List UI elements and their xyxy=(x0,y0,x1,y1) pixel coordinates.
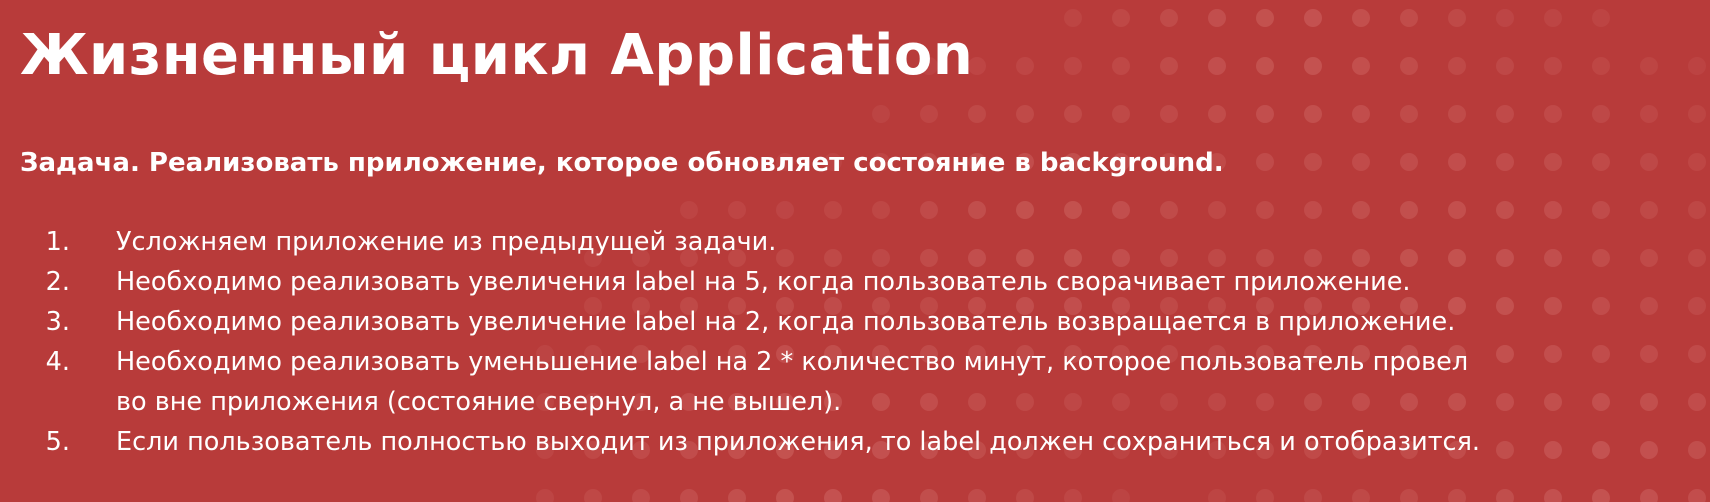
list-item: 1. Усложняем приложение из предыдущей за… xyxy=(0,222,1700,262)
page-title: Жизненный цикл Application xyxy=(20,23,974,88)
step-number: 4. xyxy=(45,347,70,377)
list-item: 3. Необходимо реализовать увеличение lab… xyxy=(0,302,1700,342)
step-text-continuation: во вне приложения (состояние свернул, а … xyxy=(116,387,842,417)
step-text: Усложняем приложение из предыдущей задач… xyxy=(116,227,777,257)
task-statement: Задача. Реализовать приложение, которое … xyxy=(20,148,1224,178)
step-text: Если пользователь полностью выходит из п… xyxy=(116,427,1481,457)
step-text: Необходимо реализовать увеличения label … xyxy=(116,267,1411,297)
step-number: 2. xyxy=(45,267,70,297)
step-number: 3. xyxy=(45,307,70,337)
step-number: 1. xyxy=(45,227,70,257)
list-item: 4. Необходимо реализовать уменьшение lab… xyxy=(0,342,1700,422)
slide: Жизненный цикл Application Задача. Реали… xyxy=(0,0,1710,502)
step-text: Необходимо реализовать уменьшение label … xyxy=(116,347,1469,377)
list-item: 5. Если пользователь полностью выходит и… xyxy=(0,422,1700,462)
step-number: 5. xyxy=(45,427,70,457)
steps-list: 1. Усложняем приложение из предыдущей за… xyxy=(0,222,1700,462)
list-item: 2. Необходимо реализовать увеличения lab… xyxy=(0,262,1700,302)
step-text: Необходимо реализовать увеличение label … xyxy=(116,307,1456,337)
